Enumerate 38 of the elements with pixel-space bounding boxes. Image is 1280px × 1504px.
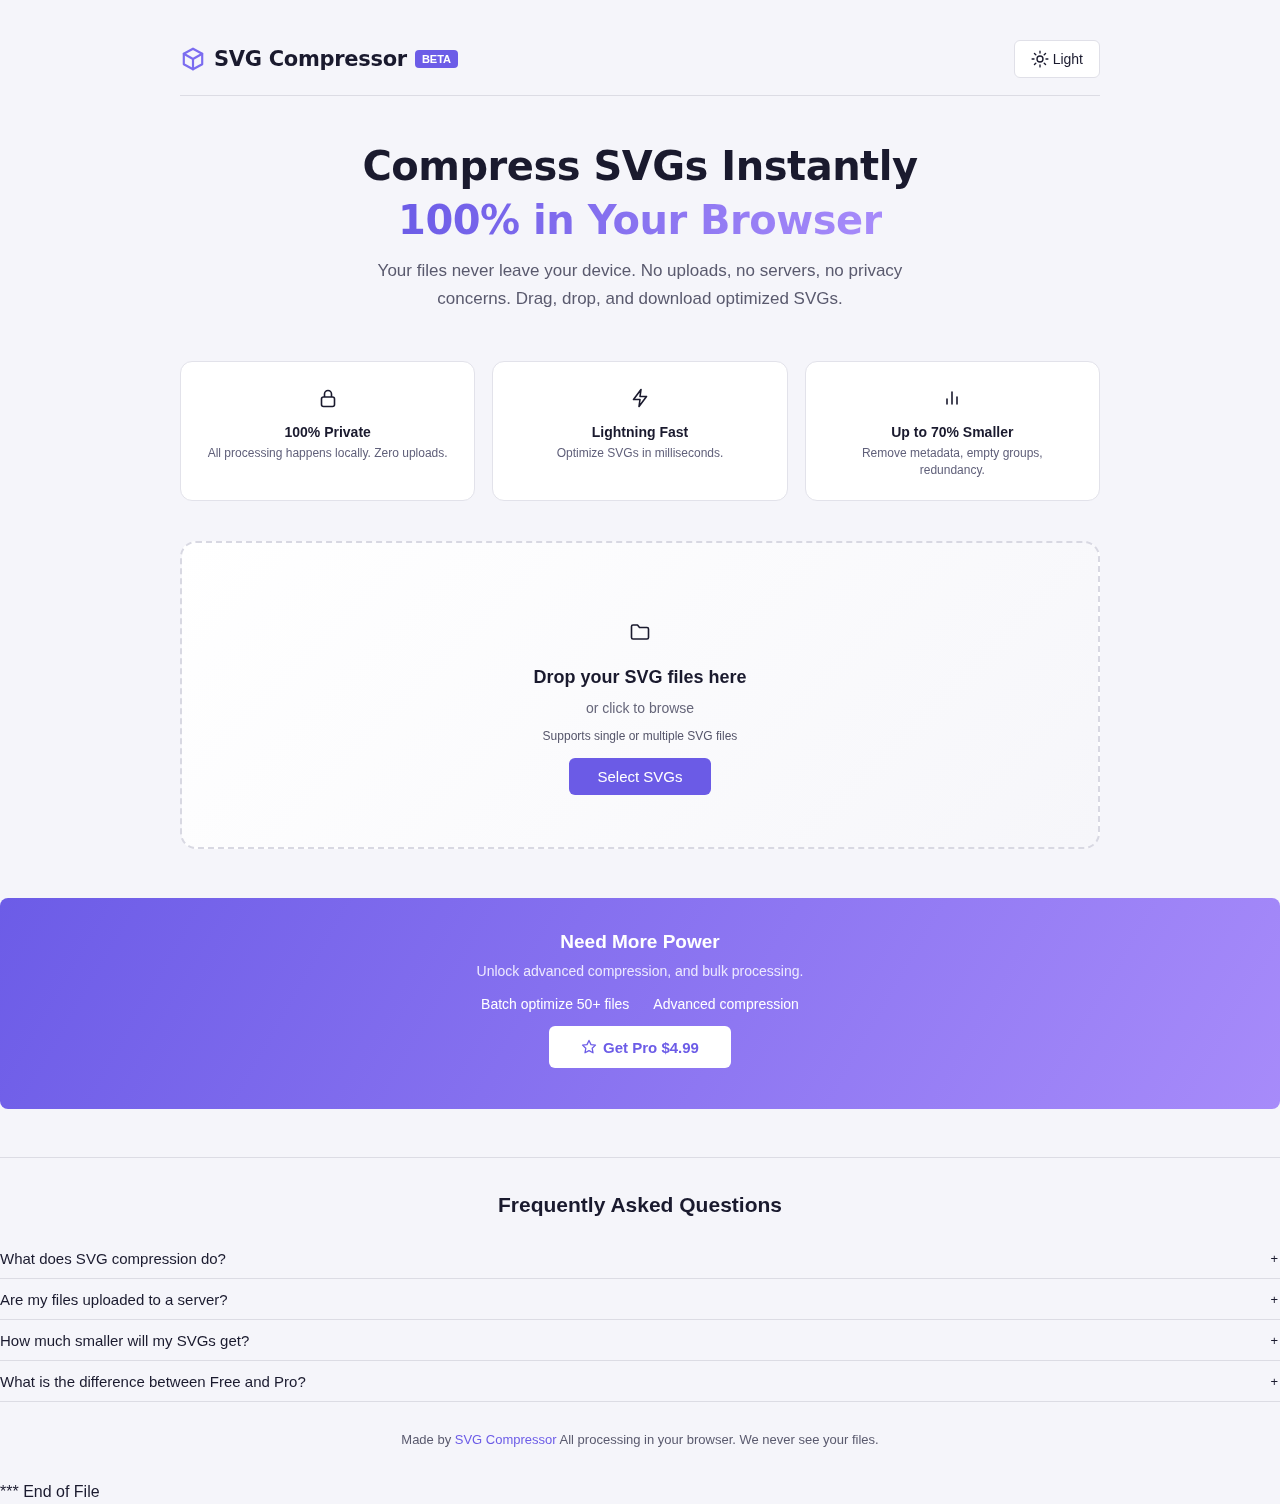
lightning-icon	[630, 388, 650, 408]
plus-icon: +	[1270, 1291, 1278, 1307]
faq-question[interactable]: What does SVG compression do? +	[0, 1238, 1280, 1279]
feature-description: All processing happens locally. Zero uploads.	[207, 445, 448, 462]
pro-title: Need More Power	[560, 931, 720, 953]
drop-hint: or click to browse	[585, 700, 695, 716]
star-icon	[581, 1039, 598, 1055]
pro-feature: Batch optimize 50+ files	[481, 996, 630, 1012]
hero-subtitle: Your files never leave your device. No uploads, no servers, no privacy concerns. Drag, drop, and download optimized SVGs.	[376, 260, 904, 310]
folder-icon	[630, 623, 650, 641]
drop-note: Supports single or multiple SVG files	[542, 729, 738, 743]
feature-title: Lightning Fast	[591, 424, 689, 440]
faq-heading: Frequently Asked Questions	[497, 1192, 783, 1218]
faq-question[interactable]: Are my files uploaded to a server? +	[0, 1279, 1280, 1320]
footer-link[interactable]: SVG Compressor	[454, 1432, 557, 1447]
sun-icon	[1030, 50, 1049, 68]
faq-question[interactable]: How much smaller will my SVGs get? +	[0, 1320, 1280, 1361]
drop-title: Drop your SVG files here	[533, 667, 747, 688]
pro-feature: Advanced compression	[653, 996, 799, 1012]
drop-zone[interactable]: Drop your SVG files here or click to browse Supports single or multiple SVG files Select SVGs	[180, 541, 1100, 849]
beta-badge: BETA	[414, 50, 458, 68]
feature-title: 100% Private	[284, 424, 371, 440]
get-pro-button[interactable]: Get Pro $4.99	[549, 1026, 731, 1068]
faq-question[interactable]: What is the difference between Free and Pro? +	[0, 1361, 1280, 1402]
feature-title: Up to 70% Smaller	[891, 424, 1014, 440]
select-files-button[interactable]: Select SVGs	[569, 758, 711, 795]
plus-icon: +	[1270, 1250, 1278, 1266]
pro-subtitle: Unlock advanced compression, and bulk processing.	[476, 963, 804, 979]
footer-text: Made by SVG Compressor All processing in your browser. We never see your files.	[400, 1431, 880, 1449]
hero-title: Compress SVGs Instantly	[361, 142, 919, 191]
cube-logo-icon	[180, 46, 206, 72]
feature-description: Remove metadata, empty groups, redundancy.	[860, 445, 1044, 479]
theme-toggle-button[interactable]: Light	[1013, 40, 1100, 78]
logo-text[interactable]: SVG Compressor	[214, 47, 407, 71]
end-of-file-text: *** End of File	[0, 1482, 101, 1501]
plus-icon: +	[1270, 1373, 1278, 1389]
feature-description: Optimize SVGs in milliseconds.	[556, 445, 724, 462]
plus-icon: +	[1270, 1332, 1278, 1348]
